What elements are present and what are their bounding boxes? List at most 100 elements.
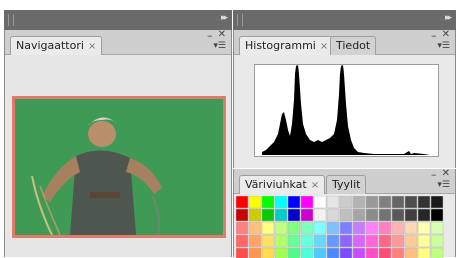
collapse-arrows-icon[interactable]: ▸▸ [221, 13, 228, 23]
color-swatch[interactable] [365, 234, 379, 248]
close-icon[interactable]: ✕ [442, 29, 450, 40]
swatch-grid [236, 196, 444, 258]
histogram-content [234, 55, 455, 168]
color-swatch[interactable] [365, 196, 379, 209]
color-swatch[interactable] [404, 208, 418, 222]
tab-histogrammi[interactable]: Histogrammi × [239, 36, 335, 55]
color-swatch[interactable] [261, 234, 275, 248]
color-swatch[interactable] [274, 221, 288, 235]
navigator-content [5, 55, 231, 257]
color-swatch[interactable] [391, 234, 405, 248]
color-swatch[interactable] [352, 196, 366, 209]
tab-tiedot[interactable]: Tiedot [330, 36, 377, 55]
panel-menu-icon[interactable]: ▾☰ [437, 41, 450, 51]
swatches-content [234, 194, 455, 258]
minimize-icon[interactable]: – [431, 29, 437, 42]
color-swatch[interactable] [287, 221, 301, 235]
color-swatch[interactable] [352, 208, 366, 222]
collapse-arrows-icon[interactable]: ▸▸ [445, 13, 452, 23]
color-swatch[interactable] [430, 221, 444, 235]
color-swatch[interactable] [430, 234, 444, 248]
color-swatch[interactable] [274, 234, 288, 248]
tab-label: Väriviuhkat [245, 178, 307, 191]
color-swatch[interactable] [430, 208, 444, 222]
close-tab-icon[interactable]: × [311, 180, 319, 191]
color-swatch[interactable] [261, 196, 275, 209]
navigator-preview[interactable] [12, 96, 226, 238]
color-swatch[interactable] [378, 208, 392, 222]
close-icon[interactable]: ✕ [218, 29, 226, 40]
color-swatch[interactable] [365, 221, 379, 235]
color-swatch[interactable] [274, 208, 288, 222]
minimize-icon[interactable]: – [207, 29, 213, 42]
color-swatch[interactable] [313, 221, 327, 235]
color-swatch[interactable] [261, 221, 275, 235]
panel-menu-icon[interactable]: ▾☰ [213, 41, 226, 51]
color-swatch[interactable] [248, 208, 262, 222]
color-swatch[interactable] [391, 221, 405, 235]
color-swatch[interactable] [339, 208, 353, 222]
color-swatch[interactable] [300, 234, 314, 248]
workspace: ▸▸ Navigaattori × – ✕ ▾☰ ▸▸ Histogrammi … [0, 0, 458, 258]
tab-variviuhkat[interactable]: Väriviuhkat × [239, 175, 326, 194]
panel-menu-icon[interactable]: ▾☰ [437, 180, 450, 190]
color-swatch[interactable] [248, 221, 262, 235]
color-swatch[interactable] [236, 234, 249, 248]
color-swatch[interactable] [300, 196, 314, 209]
color-swatch[interactable] [261, 208, 275, 222]
color-swatch[interactable] [236, 196, 249, 209]
color-swatch[interactable] [417, 196, 431, 209]
tab-navigaattori[interactable]: Navigaattori × [10, 36, 103, 55]
color-swatch[interactable] [326, 208, 340, 222]
color-swatch[interactable] [248, 234, 262, 248]
color-swatch[interactable] [287, 234, 301, 248]
tab-tyylit[interactable]: Tyylit [326, 175, 367, 194]
color-swatch[interactable] [287, 196, 301, 209]
color-swatch[interactable] [430, 196, 444, 209]
color-swatch[interactable] [300, 221, 314, 235]
color-swatch[interactable] [378, 221, 392, 235]
color-swatch[interactable] [352, 221, 366, 235]
color-swatch[interactable] [404, 234, 418, 248]
color-swatch[interactable] [313, 196, 327, 209]
color-swatch[interactable] [365, 208, 379, 222]
color-swatch[interactable] [417, 221, 431, 235]
color-swatch[interactable] [313, 234, 327, 248]
drag-grip-icon[interactable] [237, 14, 243, 26]
color-swatch[interactable] [236, 221, 249, 235]
histogram-tabrow: Histogrammi × Tiedot – ✕ ▾☰ [234, 29, 455, 55]
tab-label: Tyylit [332, 178, 361, 191]
color-swatch[interactable] [378, 234, 392, 248]
tab-label: Tiedot [336, 39, 371, 52]
close-tab-icon[interactable]: × [320, 41, 328, 52]
color-swatch[interactable] [417, 234, 431, 248]
right-panel-titlebar[interactable]: ▸▸ [233, 10, 456, 30]
color-swatch[interactable] [326, 221, 340, 235]
color-swatch[interactable] [378, 196, 392, 209]
color-swatch[interactable] [287, 208, 301, 222]
color-swatch[interactable] [339, 234, 353, 248]
close-tab-icon[interactable]: × [88, 41, 96, 52]
color-swatch[interactable] [391, 208, 405, 222]
color-swatch[interactable] [248, 196, 262, 209]
color-swatch[interactable] [326, 234, 340, 248]
color-swatch[interactable] [236, 208, 249, 222]
color-swatch[interactable] [274, 196, 288, 209]
color-swatch[interactable] [339, 196, 353, 209]
color-swatch[interactable] [352, 234, 366, 248]
panel-controls: – ✕ ▾☰ [206, 29, 226, 53]
left-panel-titlebar[interactable]: ▸▸ [4, 10, 232, 30]
minimize-icon[interactable]: – [431, 168, 437, 181]
color-swatch[interactable] [313, 208, 327, 222]
navigator-tabrow: Navigaattori × – ✕ ▾☰ [5, 29, 231, 55]
color-swatch[interactable] [300, 208, 314, 222]
swatches-tabrow: Väriviuhkat × Tyylit – ✕ ▾☰ [234, 168, 455, 194]
color-swatch[interactable] [339, 221, 353, 235]
close-icon[interactable]: ✕ [442, 168, 450, 179]
color-swatch[interactable] [326, 196, 340, 209]
color-swatch[interactable] [404, 196, 418, 209]
color-swatch[interactable] [404, 221, 418, 235]
drag-grip-icon[interactable] [8, 14, 14, 26]
color-swatch[interactable] [391, 196, 405, 209]
color-swatch[interactable] [417, 208, 431, 222]
